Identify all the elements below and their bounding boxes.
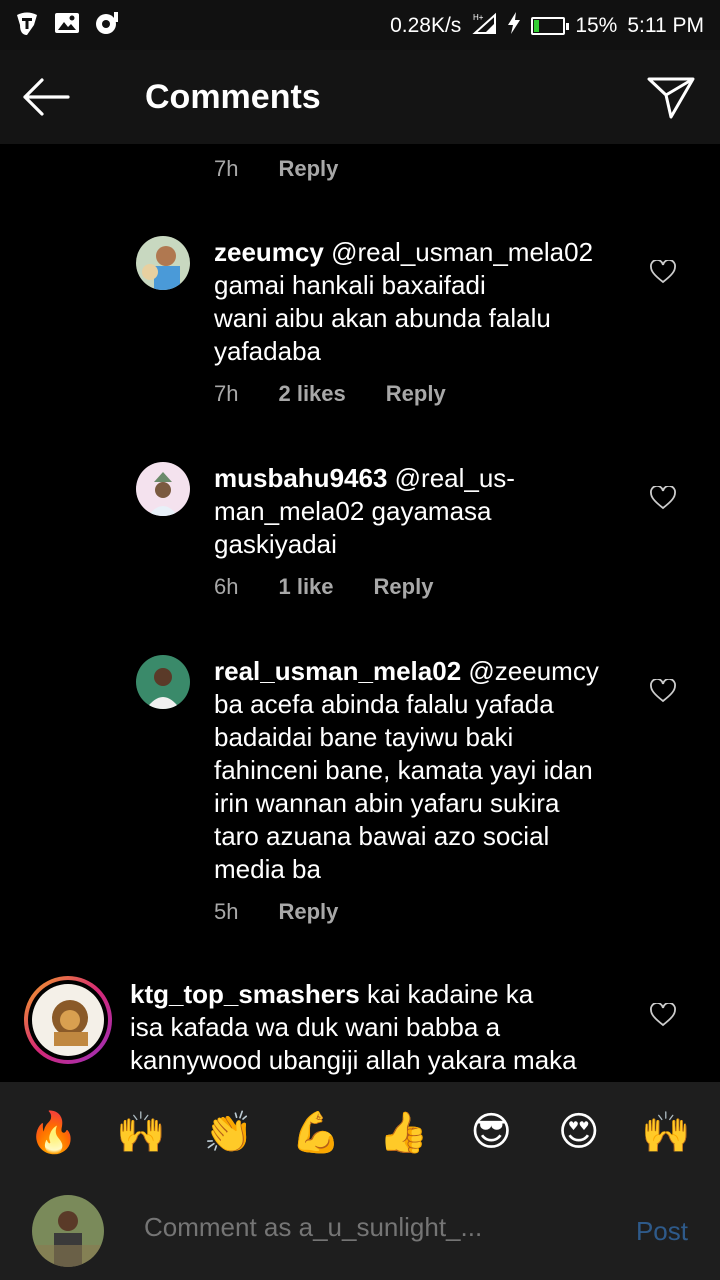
comment-text-line: wani aibu akan abunda falalu: [214, 303, 551, 333]
sunglasses-face-emoji[interactable]: 😎: [465, 1106, 517, 1158]
arrow-left-icon: [23, 78, 70, 116]
comment-body: ktg_top_smashers kai kadaine ka isa kafa…: [130, 978, 630, 1077]
battery-percent: 15%: [575, 14, 618, 37]
comment-composer: Post: [0, 1182, 720, 1280]
heart-icon: [650, 485, 676, 510]
comment-text-line[interactable]: @zeeumcy: [468, 656, 598, 686]
comment-text-line: irin wannan abin yafaru sukira: [214, 788, 560, 818]
comment-text-line[interactable]: @real_us-: [395, 463, 515, 493]
thumbs-up-emoji[interactable]: 👍: [378, 1106, 430, 1158]
raised-hands-face-emoji[interactable]: 🙌: [640, 1106, 692, 1158]
comment-username[interactable]: zeeumcy: [214, 237, 324, 267]
heart-eyes-emoji[interactable]: 😍: [553, 1106, 605, 1158]
comment-meta: 7h Reply: [214, 156, 378, 182]
clock: 5:11 PM: [627, 14, 704, 37]
network-speed: 0.28K/s: [390, 14, 462, 37]
send-icon: [647, 77, 695, 119]
story-avatar[interactable]: [24, 976, 112, 1064]
comment-body: musbahu9463 @real_us- man_mela02 gayamas…: [214, 462, 634, 561]
comment-text-line: taro azuana bawai azo social: [214, 821, 550, 851]
comment-text-line: gamai hankali baxaifadi: [214, 270, 486, 300]
comment-meta: 7h 2 likes Reply: [214, 381, 486, 407]
comment-username[interactable]: real_usman_mela02: [214, 656, 461, 686]
fire-emoji[interactable]: 🔥: [28, 1106, 80, 1158]
header-bar: Comments: [0, 50, 720, 144]
flexed-biceps-emoji[interactable]: 💪: [290, 1106, 342, 1158]
status-bar: 0.28K/s H+ 15% 5:11 PM: [0, 0, 720, 50]
comment-input[interactable]: [144, 1212, 604, 1243]
app-t-icon: [14, 10, 40, 36]
reply-button[interactable]: Reply: [374, 574, 434, 600]
comment-text-line: yafadaba: [214, 336, 321, 366]
post-button[interactable]: Post: [636, 1216, 688, 1247]
comment-meta: 6h 1 like Reply: [214, 574, 473, 600]
heart-icon: [650, 1002, 676, 1027]
battery-icon: [531, 17, 570, 35]
comment-time: 5h: [214, 899, 239, 924]
comment-time: 7h: [214, 156, 239, 181]
reply-button[interactable]: Reply: [278, 899, 338, 925]
comment-text-line: kannywood ubangiji allah yakara maka: [130, 1045, 577, 1075]
comments-list[interactable]: 7h Reply zeeumcy @real_usman_mela02 gama…: [0, 144, 720, 1082]
avatar[interactable]: [136, 462, 190, 516]
comment-text-line: isa kafada wa duk wani babba a: [130, 1012, 501, 1042]
comment-body: zeeumcy @real_usman_mela02 gamai hankali…: [214, 236, 634, 368]
raised-hands-emoji[interactable]: 🙌: [115, 1106, 167, 1158]
like-button[interactable]: [650, 678, 676, 703]
comment-text-line: man_mela02 gayamasa: [214, 496, 492, 526]
comment-text-line[interactable]: @real_usman_mela02: [331, 237, 593, 267]
comment-text-line[interactable]: kai kadaine ka: [367, 979, 533, 1009]
heart-icon: [650, 678, 676, 703]
svg-text:H+: H+: [473, 13, 484, 22]
like-button[interactable]: [650, 1002, 676, 1027]
back-button[interactable]: [20, 72, 72, 122]
comment-text-line: fahinceni bane, kamata yayi idan: [214, 755, 593, 785]
clapping-hands-emoji[interactable]: 👏: [203, 1106, 255, 1158]
comment-text-line: gaskiyadai: [214, 529, 337, 559]
charging-icon: [507, 12, 521, 40]
avatar[interactable]: [136, 236, 190, 290]
comment-text-line: badaidai bane tayiwu baki: [214, 722, 514, 752]
comment-username[interactable]: musbahu9463: [214, 463, 387, 493]
comment-body: real_usman_mela02 @zeeumcy ba acefa abin…: [214, 655, 654, 886]
comment-meta: 5h Reply: [214, 899, 378, 925]
image-icon: [54, 10, 80, 36]
heart-icon: [650, 259, 676, 284]
signal-icon: H+: [471, 11, 497, 41]
like-button[interactable]: [650, 485, 676, 510]
likes-count[interactable]: 2 likes: [278, 381, 345, 407]
my-avatar: [32, 1195, 104, 1267]
avatar[interactable]: [136, 655, 190, 709]
comment-time: 6h: [214, 574, 239, 599]
emoji-quick-bar: 🔥 🙌 👏 💪 👍 😎 😍 🙌: [0, 1082, 720, 1182]
comment-time: 7h: [214, 381, 239, 406]
comment-text-line: media ba: [214, 854, 321, 884]
like-button[interactable]: [650, 259, 676, 284]
comment-username[interactable]: ktg_top_smashers: [130, 979, 360, 1009]
reply-button[interactable]: Reply: [386, 381, 446, 407]
share-button[interactable]: [646, 72, 696, 122]
page-title: Comments: [145, 78, 321, 116]
reply-button[interactable]: Reply: [278, 156, 338, 182]
media-icon: [94, 10, 120, 36]
comment-text-line: ba acefa abinda falalu yafada: [214, 689, 554, 719]
likes-count[interactable]: 1 like: [278, 574, 333, 600]
